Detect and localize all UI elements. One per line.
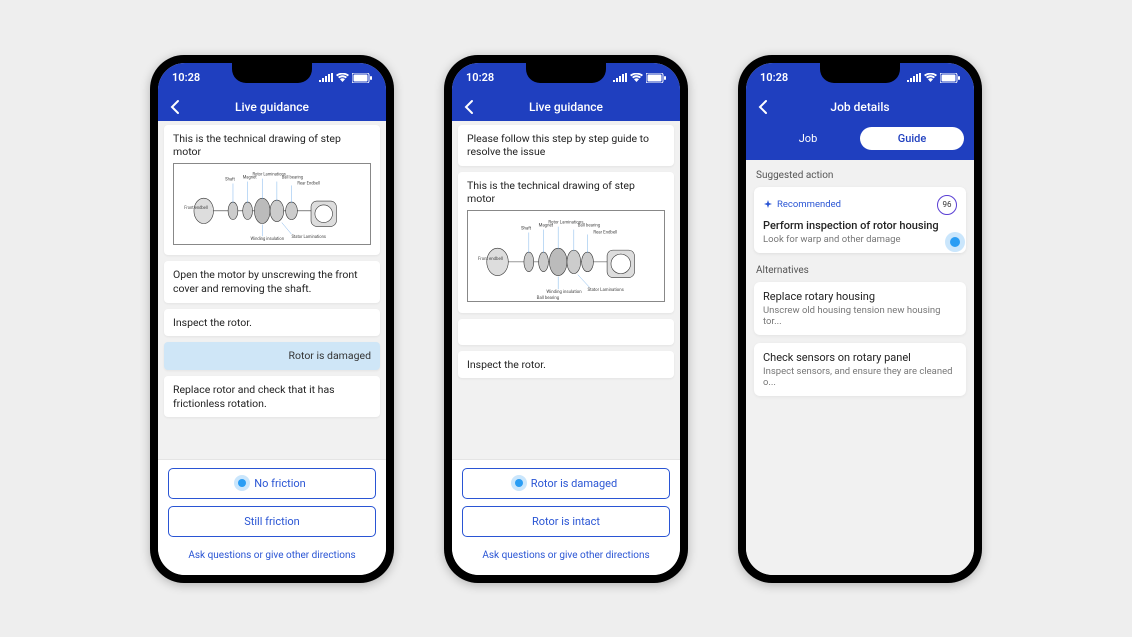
back-button[interactable]	[462, 99, 478, 115]
wifi-icon	[924, 73, 937, 82]
section-suggested-label: Suggested action	[756, 170, 964, 181]
app-header: Live guidance	[158, 93, 386, 121]
status-time: 10:28	[466, 71, 494, 84]
message-replace: Replace rotor and check that it has fric…	[164, 376, 380, 417]
notch	[232, 63, 312, 83]
confidence-score: 96	[937, 195, 957, 215]
option-still-friction[interactable]: Still friction	[168, 506, 376, 537]
tab-guide[interactable]: Guide	[860, 127, 964, 150]
recommended-header: Recommended 96	[763, 195, 957, 215]
option-label: Still friction	[244, 515, 300, 528]
alternative-check-sensors[interactable]: Check sensors on rotary panel Inspect se…	[754, 343, 966, 396]
back-button[interactable]	[168, 99, 184, 115]
status-indicators	[613, 73, 666, 83]
status-time: 10:28	[760, 71, 788, 84]
wifi-icon	[630, 73, 643, 82]
phone-2: 10:28 Live guidance Please follow this s…	[444, 55, 688, 583]
screen-3: 10:28 Job details Job Guide Suggested ac…	[746, 63, 974, 575]
active-dot-icon	[238, 479, 246, 487]
svg-text:Winding insulation: Winding insulation	[251, 236, 284, 241]
message-text: This is the technical drawing of step mo…	[173, 132, 371, 159]
details-content: Suggested action Recommended 96 Perform …	[746, 160, 974, 575]
svg-text:Rear Endbell: Rear Endbell	[297, 180, 320, 185]
svg-text:Front endbell: Front endbell	[184, 205, 208, 210]
svg-text:Shaft: Shaft	[521, 227, 532, 232]
message-placeholder	[458, 319, 674, 345]
svg-text:Shaft: Shaft	[225, 176, 235, 181]
options-area: Rotor is damaged Rotor is intact Ask que…	[452, 459, 680, 575]
option-rotor-intact[interactable]: Rotor is intact	[462, 506, 670, 537]
alt-subtitle: Inspect sensors, and ensure they are cle…	[763, 366, 957, 388]
battery-icon	[352, 73, 372, 83]
svg-text:Front endbell: Front endbell	[478, 257, 503, 262]
svg-text:Rear Endbell: Rear Endbell	[593, 231, 617, 236]
alt-title: Replace rotary housing	[763, 290, 957, 303]
header-title: Job details	[830, 100, 889, 114]
alt-title: Check sensors on rotary panel	[763, 351, 957, 364]
section-alternatives-label: Alternatives	[756, 265, 964, 276]
svg-text:Winding insulation: Winding insulation	[546, 290, 582, 295]
recommended-title: Perform inspection of rotor housing	[763, 219, 957, 232]
svg-text:Ball bearing: Ball bearing	[282, 174, 304, 179]
battery-icon	[940, 73, 960, 83]
back-button[interactable]	[756, 99, 772, 115]
recommended-card[interactable]: Recommended 96 Perform inspection of rot…	[754, 187, 966, 253]
signal-icon	[319, 73, 333, 82]
user-reply-damaged: Rotor is damaged	[164, 342, 380, 370]
svg-text:Stator Laminations: Stator Laminations	[292, 234, 326, 239]
sparkle-icon	[763, 200, 773, 210]
tab-job[interactable]: Job	[756, 127, 860, 150]
status-indicators	[319, 73, 372, 83]
message-drawing: This is the technical drawing of step mo…	[458, 172, 674, 313]
options-area: No friction Still friction Ask questions…	[158, 459, 386, 575]
screen-2: 10:28 Live guidance Please follow this s…	[452, 63, 680, 575]
option-label: Rotor is intact	[532, 515, 600, 528]
message-follow: Please follow this step by step guide to…	[458, 125, 674, 166]
phone-1: 10:28 Live guidance This is the technica…	[150, 55, 394, 583]
ask-link[interactable]: Ask questions or give other directions	[168, 544, 376, 571]
recommended-badge: Recommended	[763, 199, 841, 210]
option-no-friction[interactable]: No friction	[168, 468, 376, 499]
notch	[526, 63, 606, 83]
message-text: This is the technical drawing of step mo…	[467, 179, 665, 206]
alternative-replace-housing[interactable]: Replace rotary housing Unscrew old housi…	[754, 282, 966, 335]
option-label: Rotor is damaged	[531, 477, 617, 490]
alt-subtitle: Unscrew old housing tension new housing …	[763, 305, 957, 327]
phone-3: 10:28 Job details Job Guide Suggested ac…	[738, 55, 982, 583]
technical-diagram: Shaft Magnet Rotor Laminations Ball bear…	[173, 163, 371, 245]
app-header: Live guidance	[452, 93, 680, 121]
chat-content: Please follow this step by step guide to…	[452, 121, 680, 459]
svg-text:Ball bearing: Ball bearing	[578, 224, 601, 229]
action-indicator-icon	[950, 237, 960, 247]
option-label: No friction	[254, 477, 305, 490]
message-drawing: This is the technical drawing of step mo…	[164, 125, 380, 256]
status-time: 10:28	[172, 71, 200, 84]
tabs: Job Guide	[746, 121, 974, 160]
app-header: Job details	[746, 93, 974, 121]
chat-content: This is the technical drawing of step mo…	[158, 121, 386, 459]
header-title: Live guidance	[529, 100, 603, 114]
ask-link[interactable]: Ask questions or give other directions	[462, 544, 670, 571]
message-open-motor: Open the motor by unscrewing the front c…	[164, 261, 380, 302]
screen-1: 10:28 Live guidance This is the technica…	[158, 63, 386, 575]
svg-text:Stator Laminations: Stator Laminations	[588, 288, 624, 293]
technical-diagram: Shaft Magnet Rotor Laminations Ball bear…	[467, 210, 665, 302]
active-dot-icon	[515, 479, 523, 487]
status-indicators	[907, 73, 960, 83]
signal-icon	[613, 73, 627, 82]
header-title: Live guidance	[235, 100, 309, 114]
recommended-badge-text: Recommended	[777, 199, 841, 210]
notch	[820, 63, 900, 83]
recommended-subtitle: Look for warp and other damage	[763, 234, 957, 245]
battery-icon	[646, 73, 666, 83]
option-rotor-damaged[interactable]: Rotor is damaged	[462, 468, 670, 499]
message-inspect: Inspect the rotor.	[458, 351, 674, 379]
wifi-icon	[336, 73, 349, 82]
svg-text:Ball bearing: Ball bearing	[537, 296, 560, 301]
message-inspect: Inspect the rotor.	[164, 309, 380, 337]
signal-icon	[907, 73, 921, 82]
